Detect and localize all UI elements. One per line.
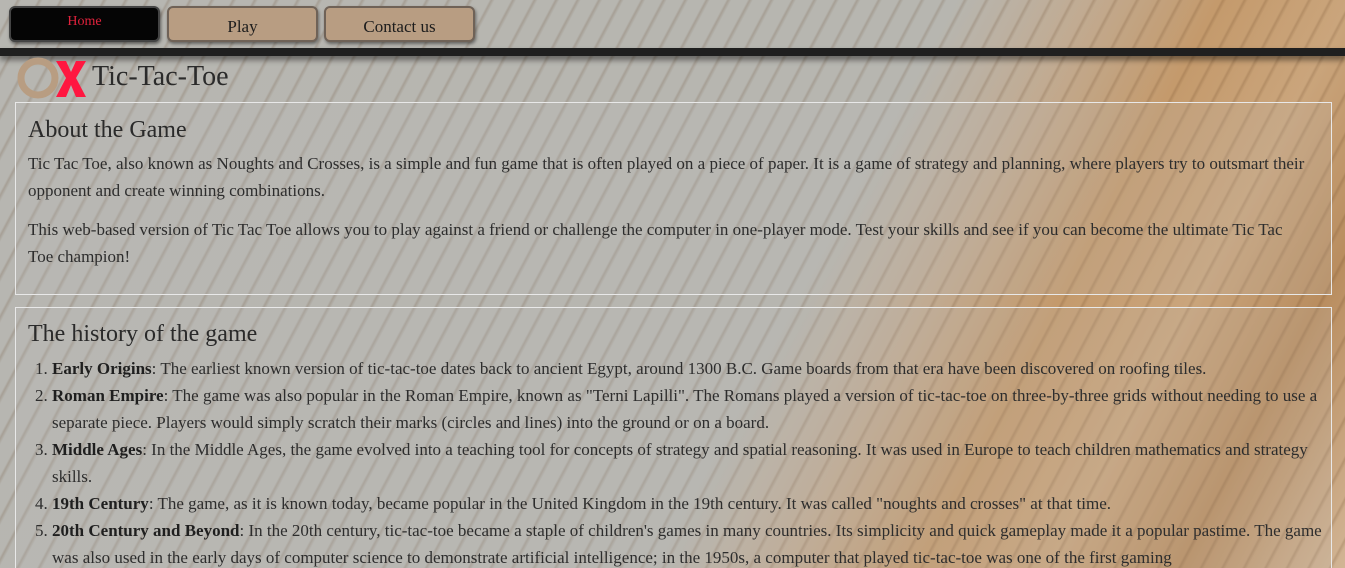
about-paragraph-1: Tic Tac Toe, also known as Noughts and C…: [28, 154, 1305, 200]
history-item-title: 20th Century and Beyond: [52, 521, 240, 540]
history-section: The history of the game Early Origins: T…: [15, 307, 1332, 568]
history-item-text: : In the 20th century, tic-tac-toe becam…: [52, 521, 1322, 567]
nav-divider-bar: [0, 48, 1345, 56]
list-item: 19th Century: The game, as it is known t…: [52, 490, 1345, 517]
site-brand: Tic-Tac-Toe: [16, 57, 229, 99]
history-list: Early Origins: The earliest known versio…: [28, 355, 1345, 568]
about-section: About the Game Tic Tac Toe, also known a…: [15, 102, 1332, 295]
list-item: Middle Ages: In the Middle Ages, the gam…: [52, 436, 1345, 490]
history-heading: The history of the game: [28, 321, 258, 347]
list-item: Roman Empire: The game was also popular …: [52, 382, 1345, 436]
nav-contact-button[interactable]: Contact us: [324, 6, 475, 42]
site-title: Tic-Tac-Toe: [92, 61, 229, 92]
history-item-title: Middle Ages: [52, 440, 143, 459]
history-item-text: : The game was also popular in the Roman…: [52, 386, 1318, 432]
nav-play-button[interactable]: Play: [167, 6, 318, 42]
history-item-title: Roman Empire: [52, 386, 164, 405]
list-item: Early Origins: The earliest known versio…: [52, 355, 1345, 382]
history-item-text: : The earliest known version of tic-tac-…: [151, 359, 1207, 378]
history-item-text: : In the Middle Ages, the game evolved i…: [52, 440, 1308, 486]
list-item: 20th Century and Beyond: In the 20th cen…: [52, 517, 1345, 568]
about-heading: About the Game: [28, 117, 187, 143]
history-item-text: : The game, as it is known today, became…: [148, 494, 1112, 513]
tic-tac-toe-ox-logo-icon: [16, 57, 88, 99]
history-item-title: Early Origins: [52, 359, 152, 378]
history-item-title: 19th Century: [52, 494, 149, 513]
top-navigation: Home Play Contact us: [0, 0, 1345, 48]
nav-home-button[interactable]: Home: [9, 6, 160, 42]
about-paragraph-2: This web-based version of Tic Tac Toe al…: [28, 220, 1283, 266]
